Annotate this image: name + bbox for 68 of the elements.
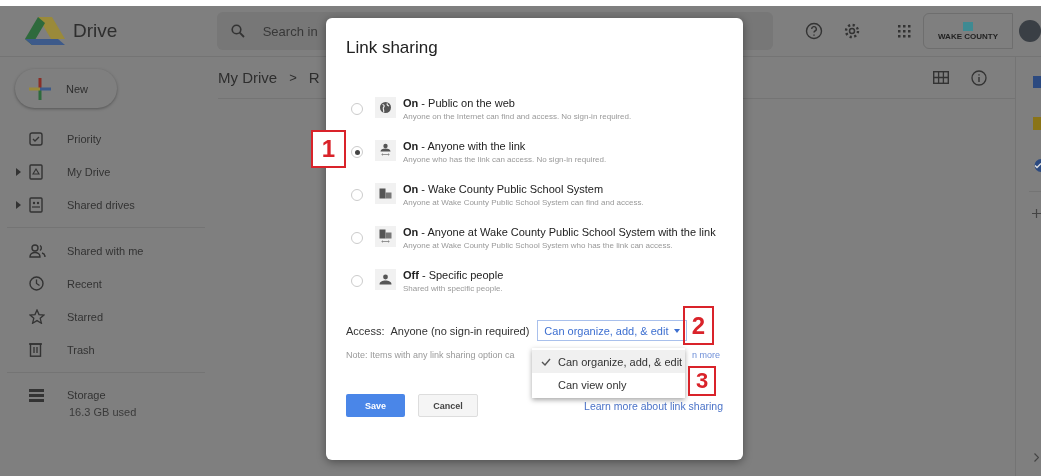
menu-item[interactable]: Can view only — [532, 373, 685, 396]
option-title: On - Public on the web — [403, 97, 516, 109]
person-link-icon — [375, 140, 396, 161]
nav-item[interactable]: Shared with me — [0, 234, 205, 267]
person-icon — [375, 269, 396, 290]
annotation-number: 1 — [311, 130, 346, 168]
save-button[interactable]: Save — [346, 394, 405, 417]
organization-logo[interactable]: WAKE COUNTY — [923, 13, 1013, 49]
learn-more-link[interactable]: Learn more about link sharing — [584, 399, 723, 412]
globe-icon — [375, 97, 396, 118]
caret-icon — [674, 328, 681, 333]
option-description: Anyone at Wake County Public School System can find and access. — [403, 198, 644, 207]
option-description: Shared with specific people. — [403, 284, 504, 293]
nav-item[interactable]: Priority — [0, 122, 205, 155]
plus-icon[interactable] — [1032, 209, 1041, 218]
people-icon — [29, 243, 47, 258]
search-icon[interactable] — [230, 24, 245, 38]
option-title: Off - Specific people — [403, 269, 504, 281]
apps-icon[interactable] — [897, 24, 911, 38]
building-icon — [375, 183, 396, 204]
nav-item[interactable]: Recent — [0, 267, 205, 300]
nav-item[interactable]: Starred — [0, 300, 205, 333]
note-text: Note: Items with any link sharing option ca — [346, 350, 515, 360]
menu-item[interactable]: Can organize, add, & edit — [532, 350, 685, 373]
option-description: Anyone who has the link can access. No sign-in required. — [403, 155, 607, 164]
tasks-icon[interactable] — [1032, 159, 1041, 172]
option-title: On - Anyone at Wake County Public School System with the link — [403, 226, 716, 238]
star-icon — [29, 309, 45, 324]
permission-dropdown[interactable]: Can organize, add, & edit — [537, 320, 688, 341]
breadcrumb-item[interactable]: My Drive — [218, 69, 278, 86]
option-title: On - Anyone with the link — [403, 140, 527, 152]
nav-item[interactable]: Trash — [0, 333, 205, 366]
access-value: Anyone (no sign-in required) — [390, 324, 530, 337]
storage-icon — [29, 388, 44, 402]
help-icon[interactable] — [805, 22, 823, 40]
annotation-number: 3 — [688, 366, 716, 396]
option-description: Anyone on the Internet can find and access. No sign-in required. — [403, 112, 632, 121]
nav-item[interactable]: Shared drives — [0, 188, 205, 221]
option-title: On - Wake County Public School System — [403, 183, 605, 195]
search-field[interactable]: Search in — [260, 22, 365, 40]
storage-usage: 16.3 GB used — [68, 406, 137, 418]
drive-folder-icon — [29, 163, 43, 180]
trash-icon — [29, 342, 42, 357]
grid-view-icon[interactable] — [933, 71, 949, 84]
new-button[interactable]: New — [15, 69, 117, 108]
cancel-button[interactable]: Cancel — [418, 394, 478, 417]
settings-icon[interactable] — [843, 22, 861, 40]
drive-logo-icon — [25, 17, 65, 45]
avatar[interactable] — [1019, 20, 1041, 42]
breadcrumb-item[interactable]: R — [308, 69, 320, 86]
expand-arrow-icon[interactable] — [16, 200, 21, 209]
option-description: Anyone at Wake County Public School System who has the link can access. — [403, 241, 674, 250]
chevron-right-icon[interactable] — [1034, 453, 1039, 462]
expand-arrow-icon[interactable] — [16, 167, 21, 176]
nav-item[interactable]: My Drive — [0, 155, 205, 188]
breadcrumb-separator: > — [289, 70, 297, 85]
learn-more-link[interactable]: n more — [692, 350, 720, 360]
nav-item[interactable]: Storage — [0, 384, 205, 406]
clock-icon — [29, 276, 44, 291]
app-name: Drive — [73, 20, 118, 42]
checkbox-icon — [29, 131, 43, 146]
shared-drive-icon — [29, 196, 43, 213]
info-icon[interactable] — [971, 69, 987, 86]
annotation-number: 2 — [683, 306, 714, 345]
building-link-icon — [375, 226, 396, 247]
access-label: Access: — [346, 324, 385, 337]
dialog-title: Link sharing — [346, 38, 439, 58]
plus-icon — [29, 77, 51, 100]
